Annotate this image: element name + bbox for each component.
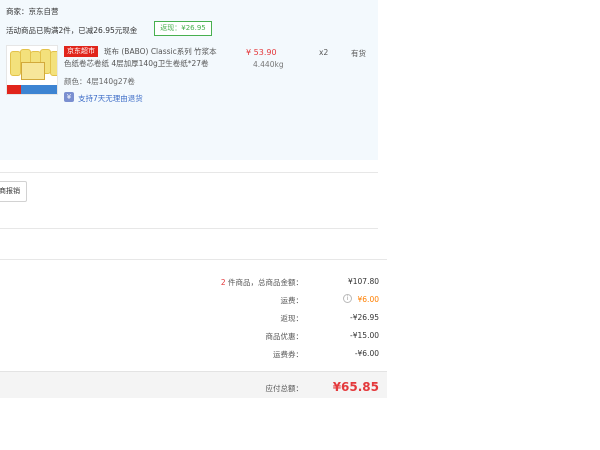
divider (0, 172, 378, 173)
product-thumbnail[interactable] (6, 45, 58, 95)
summary-items-label: 件商品，总商品金额： (228, 278, 303, 287)
promo-tag: 返现：¥26.95 (154, 21, 212, 36)
return-policy-link[interactable]: 支持7天无理由退货 (78, 93, 143, 104)
total-amount: ¥65.85 (332, 380, 379, 394)
product-weight: 4.440kg (253, 60, 284, 69)
return-policy-icon: ¥ (64, 92, 74, 102)
summary-discount-value: -¥15.00 (350, 331, 379, 340)
summary-items-value: ¥107.80 (347, 277, 379, 286)
summary-items-row: 2 件商品，总商品金额： (221, 277, 303, 288)
summary-cashback-value: -¥26.95 (350, 313, 379, 322)
summary-cashback-label: 返现： (280, 314, 304, 323)
summary-shipping-coupon-label: 运费券： (273, 350, 303, 359)
product-stock: 有货 (351, 49, 366, 58)
total-label: 应付总额： (265, 384, 304, 393)
summary-shipping-value: ¥6.00 (357, 295, 379, 304)
summary-shipping-coupon-value: -¥6.00 (354, 349, 379, 358)
product-color: 颜色：4层140g27卷 (64, 77, 135, 86)
divider (0, 259, 387, 260)
summary-discount-label: 商品优惠： (265, 332, 304, 341)
info-circle-icon[interactable]: i (343, 294, 352, 303)
store-badge: 京东超市 (64, 46, 98, 57)
product-quantity: x2 (319, 48, 329, 57)
total-bar (0, 371, 387, 398)
product-price: ¥ 53.90 (246, 48, 277, 57)
summary-count: 2 (220, 278, 226, 287)
promo-text: 活动商品已购满2件，已减26.95元现金 (6, 26, 138, 35)
divider (0, 228, 378, 229)
merchant-label: 商家：京东自营 (6, 7, 59, 16)
report-reimbursement-button[interactable]: 商报销 (0, 181, 27, 202)
summary-shipping-label: 运费： (280, 296, 304, 305)
